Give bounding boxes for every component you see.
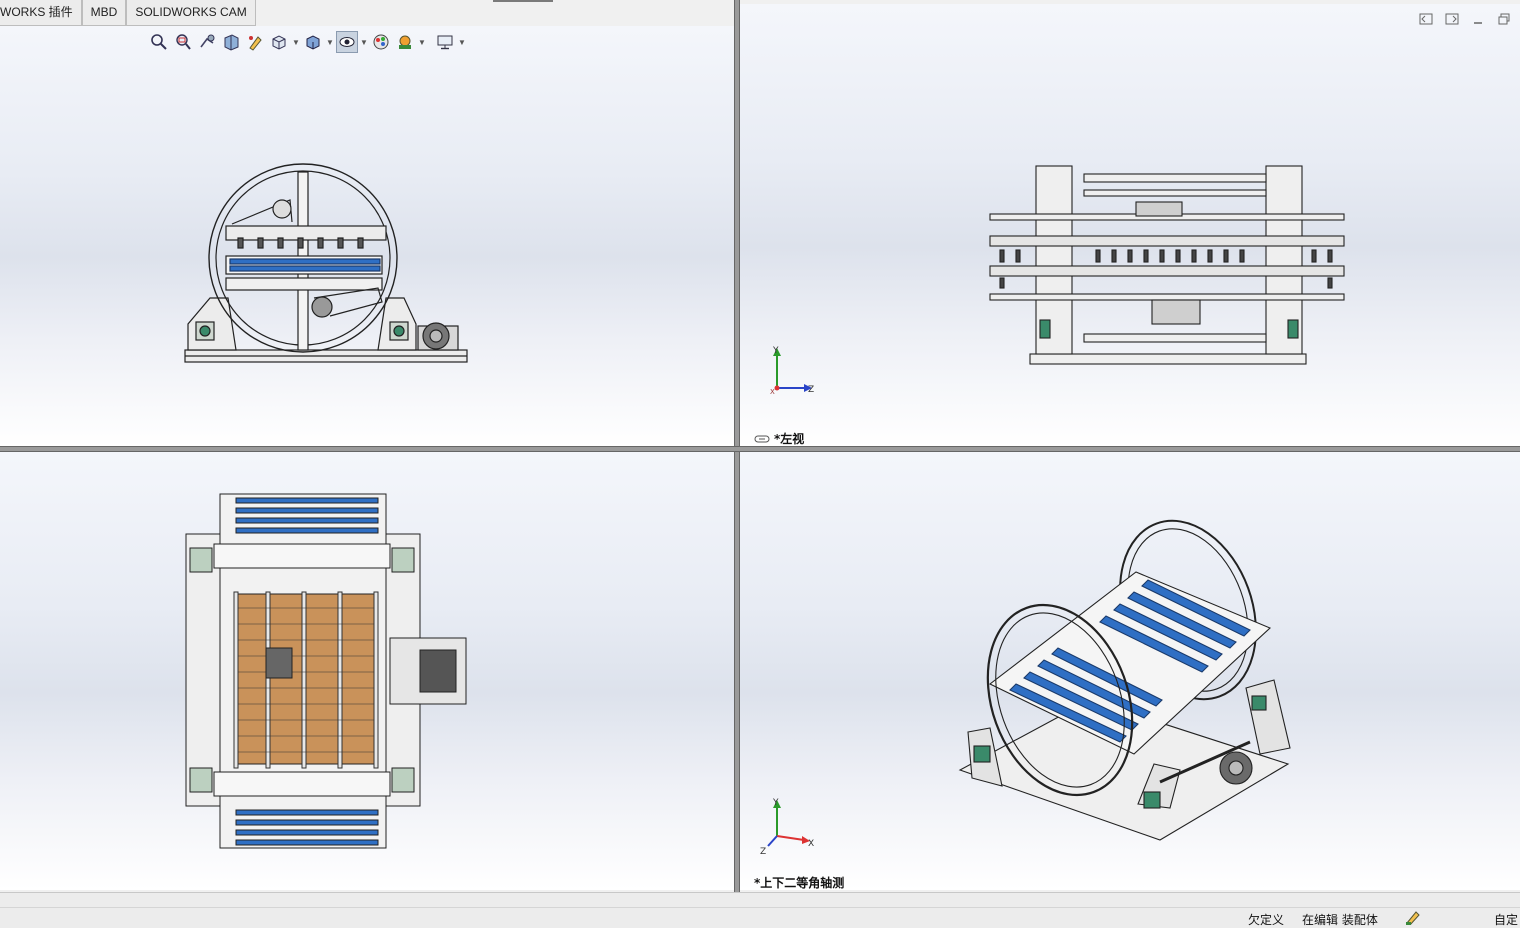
viewport-top-view[interactable] (0, 452, 734, 890)
viewport-dimetric-view[interactable]: Y X Z *上下二等角轴测 (740, 452, 1520, 890)
viewport-name-dimetric: *上下二等角轴测 (754, 876, 845, 890)
previous-view-icon[interactable] (196, 31, 218, 53)
top-view-drawing (185, 493, 467, 849)
viewport-name-left: *左视 (774, 432, 805, 446)
view-orientation-icon[interactable] (268, 31, 290, 53)
tab-mbd[interactable]: MBD (81, 0, 127, 26)
axis-triad-icon: Y X Z (760, 798, 814, 856)
apply-scene-icon[interactable] (394, 31, 416, 53)
front-view-drawing (184, 163, 468, 363)
svg-text:Z: Z (808, 385, 814, 395)
active-tab-indicator (493, 0, 553, 2)
viewport-left-view[interactable]: Y Z X *左视 (740, 4, 1520, 446)
viewport-label-left: *左视 (754, 430, 804, 446)
zoom-area-icon[interactable] (172, 31, 194, 53)
minimize-icon[interactable] (1470, 12, 1486, 26)
hide-show-dropdown-icon[interactable]: ▼ (360, 31, 368, 53)
viewport-front[interactable] (0, 26, 734, 446)
tile-right-icon[interactable] (1444, 12, 1460, 26)
view-settings-dropdown-icon[interactable]: ▼ (458, 31, 466, 53)
tile-left-icon[interactable] (1418, 12, 1434, 26)
svg-text:Y: Y (772, 346, 779, 356)
svg-text:X: X (808, 839, 814, 849)
status-definition-state: 欠定义 (1248, 913, 1285, 927)
display-style-dropdown-icon[interactable]: ▼ (326, 31, 334, 53)
status-custom[interactable]: 自定 (1494, 911, 1518, 928)
apply-scene-dropdown-icon[interactable]: ▼ (418, 31, 426, 53)
section-view-icon[interactable] (220, 31, 242, 53)
viewport-label-dimetric: *上下二等角轴测 (754, 874, 844, 890)
restore-icon[interactable] (1496, 12, 1512, 26)
status-bar: 欠定义 在编辑 装配体 自定 (0, 892, 1520, 928)
svg-text:Z: Z (760, 847, 766, 856)
command-manager-tabs: WORKS 插件 MBD SOLIDWORKS CAM (0, 0, 256, 26)
left-view-drawing (989, 165, 1345, 365)
zoom-to-fit-icon[interactable] (148, 31, 170, 53)
tab-solidworks-cam[interactable]: SOLIDWORKS CAM (126, 0, 256, 26)
status-bar-divider (0, 907, 1520, 908)
view-settings-icon[interactable] (434, 31, 456, 53)
link-view-icon (754, 435, 770, 442)
viewport-horizontal-splitter[interactable] (0, 446, 1520, 452)
view-orientation-dropdown-icon[interactable]: ▼ (292, 31, 300, 53)
viewport-window-controls (1418, 12, 1512, 26)
axis-triad-icon: Y Z X (770, 346, 814, 396)
isometric-view-drawing (958, 519, 1291, 841)
rebuild-icon[interactable] (1404, 909, 1422, 928)
edit-appearance-icon[interactable] (370, 31, 392, 53)
tab-plugins[interactable]: WORKS 插件 (0, 0, 82, 26)
svg-text:X: X (770, 388, 775, 396)
hide-show-items-icon[interactable] (336, 31, 358, 53)
display-style-icon[interactable] (302, 31, 324, 53)
status-edit-mode: 在编辑 装配体 (1302, 913, 1378, 927)
svg-text:Y: Y (772, 798, 779, 808)
dynamic-annotation-icon[interactable] (244, 31, 266, 53)
heads-up-view-toolbar: ▼ ▼ ▼ ▼ ▼ (148, 30, 466, 54)
